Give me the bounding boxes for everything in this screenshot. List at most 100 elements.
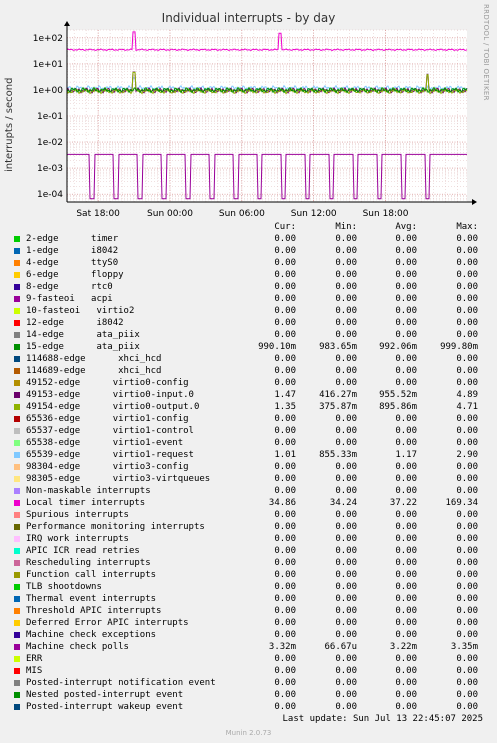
legend-label: 4-edge ttyS0 xyxy=(26,258,119,268)
legend-max: 0.00 xyxy=(456,354,478,364)
legend-cur: 3.32m xyxy=(268,642,296,652)
legend-row: Posted-interrupt notification event 0.00 0… xyxy=(0,678,497,690)
legend-cur: 0.00 xyxy=(274,594,296,604)
legend-swatch xyxy=(14,416,20,422)
legend-cur: 0.00 xyxy=(274,330,296,340)
legend-label: 8-edge rtc0 xyxy=(26,282,113,292)
legend-label: APIC ICR read retries xyxy=(26,546,140,556)
legend-label: 49154-edge virtio0-output.0 xyxy=(26,402,200,412)
legend-max: 0.00 xyxy=(456,438,478,448)
legend-max: 0.00 xyxy=(456,258,478,268)
y-tick-label: 1e-04 xyxy=(37,190,63,200)
legend-label: Spurious interrupts xyxy=(26,510,129,520)
legend-label: 10-fasteoi virtio2 xyxy=(26,306,135,316)
legend-avg: 0.00 xyxy=(395,606,417,616)
legend-avg: 3.22m xyxy=(389,642,417,652)
legend-cur: 1.01 xyxy=(274,450,296,460)
legend-max: 0.00 xyxy=(456,582,478,592)
x-tick-label: Sun 00:00 xyxy=(147,209,193,219)
legend-max: 999.80m xyxy=(440,342,478,352)
legend-swatch xyxy=(14,248,20,254)
header-avg: Avg: xyxy=(395,222,417,232)
legend-max: 0.00 xyxy=(456,690,478,700)
legend-cur: 34.86 xyxy=(268,498,296,508)
legend-label: 1-edge i8042 xyxy=(26,246,119,256)
legend-avg: 0.00 xyxy=(395,294,417,304)
legend-swatch xyxy=(14,392,20,398)
last-update: Last update: Sun Jul 13 22:45:07 2025 xyxy=(282,714,483,724)
legend-swatch xyxy=(14,560,20,566)
legend-max: 0.00 xyxy=(456,234,478,244)
legend-row: Threshold APIC interrupts 0.00 0.00 0.00 0.0… xyxy=(0,606,497,618)
legend-avg: 0.00 xyxy=(395,666,417,676)
legend-label: Deferred Error APIC interrupts xyxy=(26,618,189,628)
legend-row: Non-maskable interrupts 0.00 0.00 0.00 0.00 xyxy=(0,486,497,498)
legend-max: 0.00 xyxy=(456,462,478,472)
legend-max: 0.00 xyxy=(456,510,478,520)
legend-swatch xyxy=(14,596,20,602)
legend-avg: 0.00 xyxy=(395,486,417,496)
legend-row: 98304-edge virtio3-config 0.00 0.00 0.00 0.0… xyxy=(0,462,497,474)
legend-label: 98304-edge virtio3-config xyxy=(26,462,189,472)
legend-swatch xyxy=(14,272,20,278)
legend-label: Function call interrupts xyxy=(26,570,157,580)
legend-row: 65539-edge virtio1-request 1.01 855.33m 1.1… xyxy=(0,450,497,462)
legend-row: 6-edge floppy 0.00 0.00 0.00 0.00 xyxy=(0,270,497,282)
x-tick-label: Sun 18:00 xyxy=(363,209,409,219)
legend-label: 15-edge ata_piix xyxy=(26,342,140,352)
y-tick-label: 1e-01 xyxy=(37,112,63,122)
legend-label: Threshold APIC interrupts xyxy=(26,606,162,616)
legend-max: 0.00 xyxy=(456,570,478,580)
legend-row: 49153-edge virtio0-input.0 1.47 416.27m 955… xyxy=(0,390,497,402)
x-axis-arrow xyxy=(472,199,477,205)
legend-label: 49153-edge virtio0-input.0 xyxy=(26,390,194,400)
legend-max: 4.89 xyxy=(456,390,478,400)
legend-max: 0.00 xyxy=(456,306,478,316)
legend-row: 1-edge i8042 0.00 0.00 0.00 0.00 xyxy=(0,246,497,258)
legend-swatch xyxy=(14,428,20,434)
legend-label: 65537-edge virtio1-control xyxy=(26,426,194,436)
legend-max: 2.90 xyxy=(456,450,478,460)
legend-label: Nested posted-interrupt event xyxy=(26,690,184,700)
legend-row: 15-edge ata_piix 990.10m 983.65m 992.06m 999… xyxy=(0,342,497,354)
legend-row: MIS 0.00 0.00 0.00 0.00 xyxy=(0,666,497,678)
legend-label: Machine check exceptions xyxy=(26,630,157,640)
legend-label: 9-fasteoi acpi xyxy=(26,294,113,304)
y-tick-label: 1e+01 xyxy=(33,60,63,70)
legend-row: APIC ICR read retries 0.00 0.00 0.00 0.00 xyxy=(0,546,497,558)
legend-swatch xyxy=(14,644,20,650)
legend-max: 0.00 xyxy=(456,534,478,544)
legend-label: Rescheduling interrupts xyxy=(26,558,151,568)
legend-max: 0.00 xyxy=(456,282,478,292)
legend-cur: 0.00 xyxy=(274,354,296,364)
legend-avg: 0.00 xyxy=(395,522,417,532)
legend-row: 49154-edge virtio0-output.0 1.35 375.87m 89… xyxy=(0,402,497,414)
legend-row: 12-edge i8042 0.00 0.00 0.00 0.00 xyxy=(0,318,497,330)
legend-row: 65538-edge virtio1-event 0.00 0.00 0.00 0.00 xyxy=(0,438,497,450)
legend-avg: 0.00 xyxy=(395,318,417,328)
legend-swatch xyxy=(14,524,20,530)
legend-max: 0.00 xyxy=(456,522,478,532)
legend-swatch xyxy=(14,320,20,326)
legend-row: Machine check polls 3.32m 66.67u 3.22m 3.35m xyxy=(0,642,497,654)
legend-max: 4.71 xyxy=(456,402,478,412)
legend-cur: 1.47 xyxy=(274,390,296,400)
legend-label: 12-edge i8042 xyxy=(26,318,124,328)
legend-max: 0.00 xyxy=(456,294,478,304)
x-tick-label: Sun 12:00 xyxy=(291,209,337,219)
legend-label: Performance monitoring interrupts xyxy=(26,522,205,532)
legend-cur: 0.00 xyxy=(274,558,296,568)
legend-swatch xyxy=(14,356,20,362)
legend-avg: 955.52m xyxy=(379,390,417,400)
legend-row: 2-edge timer 0.00 0.00 0.00 0.00 xyxy=(0,234,497,246)
legend-swatch xyxy=(14,608,20,614)
legend-row: 98305-edge virtio3-virtqueues 0.00 0.00 0.0… xyxy=(0,474,497,486)
legend-swatch xyxy=(14,452,20,458)
legend-avg: 0.00 xyxy=(395,462,417,472)
y-axis-arrow xyxy=(64,21,70,26)
legend-max: 0.00 xyxy=(456,606,478,616)
legend-swatch xyxy=(14,284,20,290)
legend-swatch xyxy=(14,500,20,506)
legend-max: 0.00 xyxy=(456,270,478,280)
legend-avg: 895.86m xyxy=(379,402,417,412)
